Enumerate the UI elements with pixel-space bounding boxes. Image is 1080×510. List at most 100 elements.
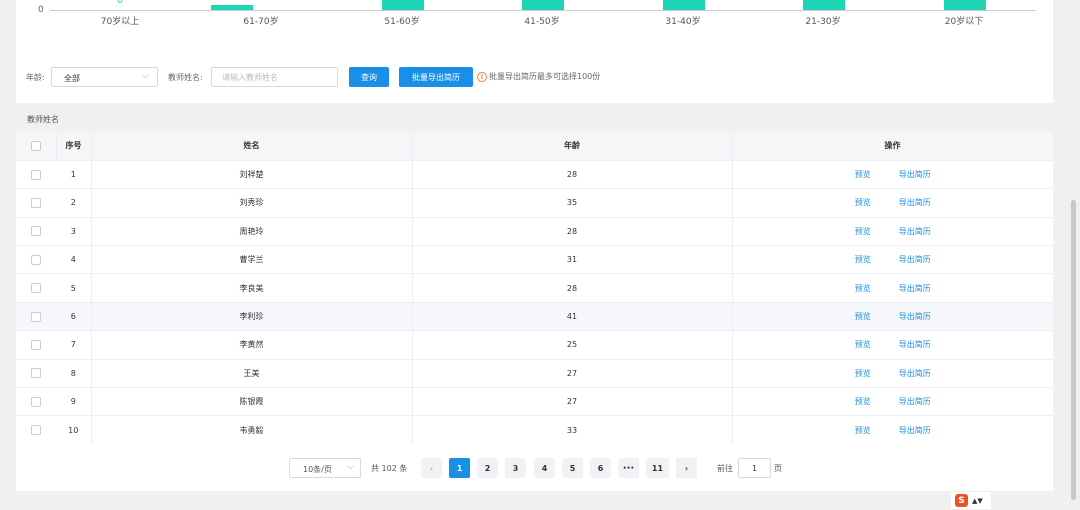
export-resume-link[interactable]: 导出简历 xyxy=(899,397,931,406)
page-button-6[interactable]: 6 xyxy=(590,458,611,478)
row-age: 27 xyxy=(412,387,733,417)
page-size-select[interactable]: 10条/页 ⌵ xyxy=(289,458,361,478)
row-age: 27 xyxy=(412,359,733,389)
preview-link[interactable]: 预览 xyxy=(855,284,871,293)
row-checkbox-cell xyxy=(16,245,56,275)
preview-link[interactable]: 预览 xyxy=(855,170,871,179)
row-age: 41 xyxy=(412,302,733,332)
export-resume-link[interactable]: 导出简历 xyxy=(899,284,931,293)
goto-page-input[interactable] xyxy=(738,458,771,478)
x-tick-label: 51-60岁 xyxy=(384,17,420,27)
row-actions: 预览 导出简历 xyxy=(732,387,1053,417)
row-name: 曹学兰 xyxy=(91,245,413,275)
total-count: 共 102 条 xyxy=(371,464,408,473)
row-index: 10 xyxy=(56,415,92,445)
row-checkbox[interactable] xyxy=(31,197,41,208)
filter-bar: 年龄: 全部 ⌵ 教师姓名: 查询 批量导出简历 ! 批量导出简历最多可选择10… xyxy=(16,66,1053,88)
row-checkbox[interactable] xyxy=(31,226,41,237)
export-resume-link[interactable]: 导出简历 xyxy=(899,198,931,207)
row-name: 李黄然 xyxy=(91,330,413,360)
up-down-arrows-icon[interactable]: ▲▼ xyxy=(972,497,983,504)
row-age: 25 xyxy=(412,330,733,360)
row-actions: 预览 导出简历 xyxy=(732,273,1053,303)
row-age: 35 xyxy=(412,188,733,218)
row-checkbox[interactable] xyxy=(31,283,41,294)
row-checkbox[interactable] xyxy=(31,339,41,350)
page-button-11[interactable]: 11 xyxy=(646,458,669,478)
teacher-table: 序号 姓名 年龄 操作 1 刘祥楚 28 预览 导出简历 2 刘秀珍 35 预览 导出简历 3 周艳玲… xyxy=(16,132,1054,445)
preview-link[interactable]: 预览 xyxy=(855,426,871,435)
row-checkbox-cell xyxy=(16,302,56,332)
page-button-1[interactable]: 1 xyxy=(449,458,470,478)
select-all-checkbox[interactable] xyxy=(30,140,41,151)
page-button-5[interactable]: 5 xyxy=(562,458,583,478)
page-button-4[interactable]: 4 xyxy=(534,458,555,478)
row-name: 李利珍 xyxy=(91,302,413,332)
y-tick-zero: 0 xyxy=(38,5,44,15)
preview-link[interactable]: 预览 xyxy=(855,227,871,236)
prev-page-button[interactable]: ‹ xyxy=(421,458,442,478)
row-actions: 预览 导出简历 xyxy=(732,330,1053,360)
search-button[interactable]: 查询 xyxy=(349,67,389,87)
row-actions: 预览 导出简历 xyxy=(732,245,1053,275)
row-name: 刘祥楚 xyxy=(91,160,413,190)
teacher-name-input[interactable] xyxy=(211,67,338,87)
age-select[interactable]: 全部 ⌵ xyxy=(51,67,158,87)
bar-20-below xyxy=(944,0,986,10)
row-checkbox-cell xyxy=(16,330,56,360)
row-checkbox[interactable] xyxy=(31,425,41,436)
export-resume-link[interactable]: 导出简历 xyxy=(899,340,931,349)
page-button-2[interactable]: 2 xyxy=(477,458,498,478)
export-resume-link[interactable]: 导出简历 xyxy=(899,227,931,236)
export-resume-link[interactable]: 导出简历 xyxy=(899,369,931,378)
x-tick-label: 31-40岁 xyxy=(665,17,701,27)
table-row: 3 周艳玲 28 预览 导出简历 xyxy=(16,217,1053,247)
chevron-down-icon: ⌵ xyxy=(142,71,149,81)
row-checkbox-cell xyxy=(16,359,56,389)
page-button-3[interactable]: 3 xyxy=(505,458,526,478)
row-checkbox[interactable] xyxy=(31,311,41,322)
row-index: 4 xyxy=(56,245,92,275)
bar-value-label: 0 xyxy=(117,0,123,6)
export-resume-link[interactable]: 导出简历 xyxy=(899,170,931,179)
more-pages-button[interactable]: ••• xyxy=(618,458,639,478)
export-resume-link[interactable]: 导出简历 xyxy=(899,255,931,264)
bar-41-50 xyxy=(522,0,564,10)
row-checkbox[interactable] xyxy=(31,254,41,265)
export-resume-link[interactable]: 导出简历 xyxy=(899,312,931,321)
goto-label: 前往 xyxy=(717,464,733,473)
age-filter-label: 年龄: xyxy=(26,73,45,82)
row-actions: 预览 导出简历 xyxy=(732,217,1053,247)
export-resume-link[interactable]: 导出简历 xyxy=(899,426,931,435)
row-name: 李良美 xyxy=(91,273,413,303)
row-checkbox-cell xyxy=(16,188,56,218)
top-panel: 0 0 70岁以上 61-70岁 51-60岁 41-50岁 31-40岁 21… xyxy=(16,0,1053,103)
export-limit-tip: ! 批量导出简历最多可选择100份 xyxy=(477,71,600,82)
table-row: 4 曹学兰 31 预览 导出简历 xyxy=(16,245,1053,275)
next-page-button[interactable]: › xyxy=(676,458,697,478)
age-select-value: 全部 xyxy=(64,74,80,83)
row-name: 王美 xyxy=(91,359,413,389)
table-row: 9 陈银霞 27 预览 导出简历 xyxy=(16,387,1053,417)
row-checkbox[interactable] xyxy=(31,169,41,180)
warning-circle-icon: ! xyxy=(477,71,487,82)
preview-link[interactable]: 预览 xyxy=(855,312,871,321)
preview-link[interactable]: 预览 xyxy=(855,340,871,349)
bar-51-60 xyxy=(382,0,424,10)
preview-link[interactable]: 预览 xyxy=(855,369,871,378)
table-row: 10 韦勇毅 33 预览 导出简历 xyxy=(16,415,1053,445)
ime-s-icon[interactable]: S xyxy=(955,494,968,507)
row-name: 周艳玲 xyxy=(91,217,413,247)
vertical-scrollbar[interactable] xyxy=(1071,200,1076,500)
batch-export-button[interactable]: 批量导出简历 xyxy=(399,67,473,87)
row-checkbox[interactable] xyxy=(31,396,41,407)
table-row: 1 刘祥楚 28 预览 导出简历 xyxy=(16,160,1053,190)
preview-link[interactable]: 预览 xyxy=(855,397,871,406)
row-checkbox[interactable] xyxy=(31,368,41,379)
table-row: 7 李黄然 25 预览 导出简历 xyxy=(16,330,1053,360)
preview-link[interactable]: 预览 xyxy=(855,255,871,264)
section-title: 教师姓名 xyxy=(27,115,59,124)
preview-link[interactable]: 预览 xyxy=(855,198,871,207)
row-actions: 预览 导出简历 xyxy=(732,359,1053,389)
x-tick-label: 21-30岁 xyxy=(805,17,841,27)
